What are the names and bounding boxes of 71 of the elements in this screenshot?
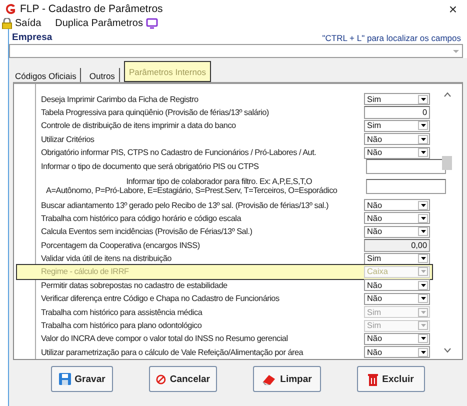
dropdown[interactable]: Não: [364, 292, 430, 305]
parameter-label: Validar vida útil de itens na distribuição: [40, 254, 172, 264]
parameter-label: Trabalha com histórico para plano odontológico: [40, 321, 202, 330]
menu-item[interactable]: Duplica Parâmetros: [55, 18, 158, 29]
field-label: Empresa: [12, 32, 52, 44]
parameter-label: Controle de distribuição de itens imprimir a data do banco: [40, 121, 236, 130]
menu-item[interactable]: Saída: [2, 18, 42, 29]
caret-icon: [420, 337, 426, 340]
parameter-label: Utilizar parametrização para o cálculo de Vale Refeição/Alimentação por área: [40, 348, 304, 357]
parameter-label: Calcula Eventos sem incidências (Provisão de Férias/13º Sal.): [40, 227, 252, 236]
caret-icon: [420, 297, 426, 300]
action-button[interactable]: Gravar: [51, 366, 113, 392]
text-field[interactable]: [366, 178, 446, 194]
parameter-label: Informar o tipo de documento que será obrigatório PIS ou CTPS: [40, 162, 259, 172]
parameter-label: Obrigatório informar PIS, CTPS no Cadastro de Funcionários / Pró-Labores / Aut.: [40, 148, 316, 158]
parameter-label: Utilizar Critérios: [40, 134, 94, 144]
action-button[interactable]: Excluir: [357, 366, 425, 392]
dropdown[interactable]: Não: [364, 346, 430, 358]
parameter-label: Valor do INCRA deve compor o valor total do INSS no Resumo gerencial: [40, 334, 288, 344]
action-button[interactable]: Limpar: [253, 366, 321, 392]
parameter-label: Trabalha com histórico para assistência médica: [40, 308, 202, 317]
caret-icon: [452, 47, 460, 56]
parameter-label: Trabalha com histórico para código horário e código escala: [40, 214, 242, 223]
prohibited-icon: [156, 372, 166, 386]
scroll-up-icon[interactable]: [444, 92, 450, 98]
parameter-label: Buscar adiantamento 13º gerado pelo Recibo de 13º sal. (Provisão de férias/13º sal.): [40, 200, 328, 210]
parameter-label: Permitir datas sobrepostas no cadastro de estabilidade: [40, 280, 228, 290]
padlock-icon: [2, 18, 12, 29]
window-title: FLP - Cadastro de Parâmetros: [20, 2, 164, 15]
company-dropdown[interactable]: [9, 44, 463, 58]
parameter-label: A=Autônomo, P=Pró-Labore, E=Estagiário, S=Prest.Serv, T=Terceiros, O=Esporádico: [45, 186, 338, 196]
scroll-down-icon[interactable]: [444, 348, 450, 353]
dropdown[interactable]: Não: [364, 199, 430, 211]
close-button[interactable]: ×: [444, 2, 461, 16]
dropdown[interactable]: Sim: [364, 252, 430, 265]
hint-text: "CTRL + L" para localizar os campos: [322, 33, 461, 44]
number-field[interactable]: 0: [364, 106, 430, 119]
parameter-label: Deseja Imprimir Carimbo da Ficha de Registro: [40, 94, 198, 104]
dropdown[interactable]: Não: [364, 212, 430, 224]
caret-icon: [420, 270, 426, 274]
caret-icon: [420, 310, 426, 314]
dropdown[interactable]: Não: [364, 332, 430, 345]
caret-icon: [420, 324, 426, 328]
text-field[interactable]: [366, 159, 446, 174]
dropdown[interactable]: Não: [364, 146, 430, 159]
trash-can-icon: [368, 372, 378, 386]
monitor-icon: [146, 18, 158, 29]
caret-icon: [420, 138, 426, 141]
caret-icon: [420, 98, 426, 101]
caret-icon: [420, 257, 426, 260]
dropdown[interactable]: Sim: [364, 120, 430, 132]
caret-icon: [420, 216, 426, 220]
parameter-label: Porcentagem da Cooperativa (encargos INSS): [40, 240, 200, 250]
caret-icon: [420, 230, 426, 234]
dropdown[interactable]: Não: [364, 279, 430, 292]
parameter-label: Verificar diferença entre Código e Chapa no Cadastro de Funcionários: [40, 294, 280, 304]
caret-icon: [420, 350, 426, 354]
dropdown[interactable]: Sim: [364, 93, 430, 106]
parameter-label: Informar tipo de colaborador para filtro. Ex: A,P,E,S,T,O: [125, 177, 312, 186]
caret-icon: [420, 151, 426, 154]
caret-icon: [420, 124, 426, 128]
caret-icon: [420, 284, 426, 287]
eraser-icon: [262, 374, 276, 384]
dropdown[interactable]: Não: [364, 133, 430, 146]
dropdown[interactable]: Não: [364, 226, 430, 238]
action-button[interactable]: Cancelar: [149, 366, 217, 392]
scrollbar-thumb[interactable]: [442, 156, 452, 170]
parameter-label: Tabela Progressiva para quinqüênio (Provisão de férias/13º salário): [40, 108, 269, 117]
caret-icon: [420, 204, 426, 206]
app-logo-icon: [4, 2, 16, 15]
parameter-label: Regime - cálculo de IRRF: [40, 267, 129, 276]
